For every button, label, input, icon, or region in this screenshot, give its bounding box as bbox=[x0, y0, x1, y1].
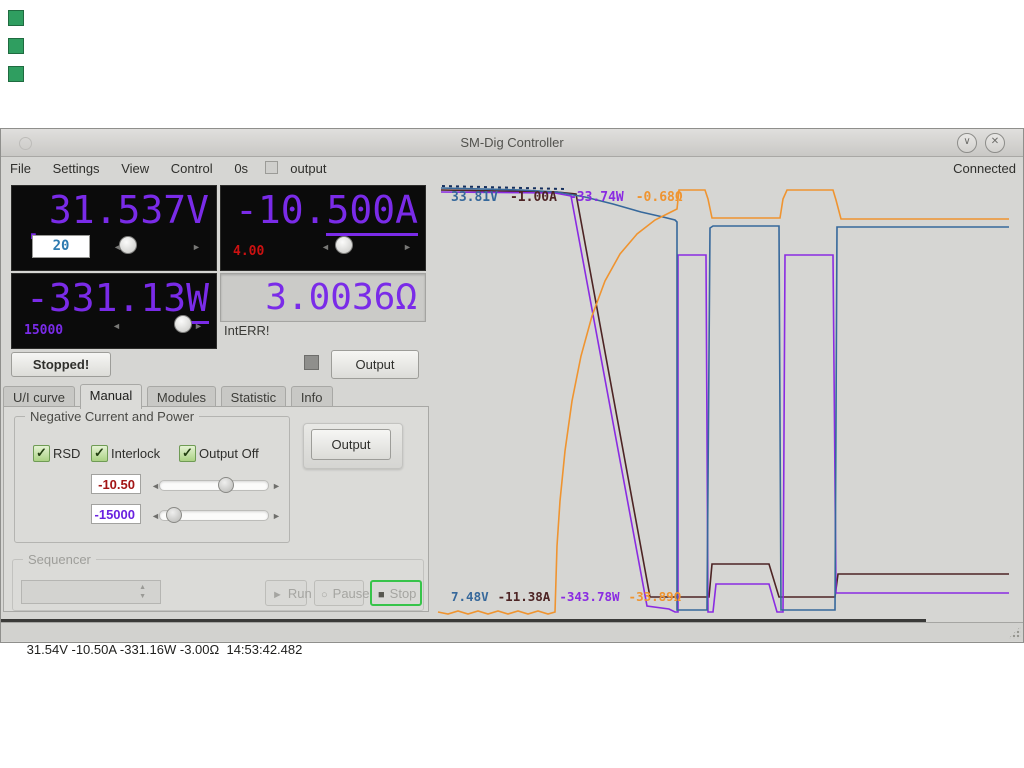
current-setpoint-field[interactable]: -10.50 bbox=[91, 474, 141, 494]
stopped-button[interactable]: Stopped! bbox=[11, 352, 111, 377]
output-off-label: Output Off bbox=[199, 446, 259, 461]
check-icon: ✓ bbox=[36, 445, 47, 460]
chart-line-resistance bbox=[438, 190, 1009, 614]
slider-left-icon[interactable]: ◄ bbox=[112, 321, 121, 331]
slider-right-icon[interactable]: ► bbox=[192, 242, 201, 252]
power-range-value: 15000 bbox=[24, 323, 63, 338]
chart-top-labels: 33.81V -1.00A -33.74W -0.68Ω bbox=[451, 190, 683, 205]
close-icon: ✕ bbox=[991, 136, 999, 147]
interlock-error-label: IntERR! bbox=[224, 323, 270, 338]
sequencer-group: Sequencer ▲▼ ►Run ○Pause ■Stop bbox=[12, 559, 424, 611]
chart-readout-label: -11.38A bbox=[498, 589, 551, 604]
stop-icon: ■ bbox=[378, 589, 385, 601]
current-slider-thumb[interactable] bbox=[335, 236, 353, 254]
output-off-checkbox[interactable]: ✓ bbox=[179, 445, 196, 462]
voltage-value: 31.537V bbox=[49, 187, 209, 233]
chart-readout-label: 7.48V bbox=[451, 589, 489, 604]
app-window: SM-Dig Controller ∨ ✕ File Settings View… bbox=[0, 128, 1024, 643]
interlock-checkbox[interactable]: ✓ bbox=[91, 445, 108, 462]
sequencer-title: Sequencer bbox=[23, 552, 96, 567]
voltage-display: . 31.537V 20 ◄ ► bbox=[11, 185, 217, 271]
current-display: -10.500A 4.00 ◄ ► bbox=[220, 185, 426, 271]
pause-button[interactable]: ○Pause bbox=[314, 580, 364, 606]
run-button[interactable]: ►Run bbox=[265, 580, 307, 606]
current-range-value: 4.00 bbox=[233, 244, 264, 259]
power-display: -331.13W 15000 ◄ ► bbox=[11, 273, 217, 349]
output-checkbox[interactable] bbox=[265, 161, 278, 174]
manual-tab-panel: Negative Current and Power ✓ RSD ✓ Inter… bbox=[3, 406, 429, 612]
desktop-icon[interactable] bbox=[8, 66, 24, 82]
slider-right-icon[interactable]: ► bbox=[403, 242, 412, 252]
menu-control[interactable]: Control bbox=[162, 157, 222, 178]
chart-svg bbox=[431, 176, 1016, 621]
interlock-label: Interlock bbox=[111, 446, 160, 461]
negative-current-power-group: Negative Current and Power ✓ RSD ✓ Inter… bbox=[14, 416, 290, 543]
measurement-chart: 33.81V -1.00A -33.74W -0.68Ω 7.48V -11.38A -3… bbox=[431, 176, 1016, 621]
resize-grip[interactable] bbox=[1008, 626, 1021, 639]
chart-readout-label: -0.68Ω bbox=[636, 190, 683, 205]
screen: SM-Dig Controller ∨ ✕ File Settings View… bbox=[0, 0, 1024, 768]
resistance-value: 3.0036Ω bbox=[221, 274, 425, 321]
chart-bottom-labels: 7.48V -11.38A -343.78W -33.89Ω bbox=[451, 589, 681, 604]
menu-output-label[interactable]: output bbox=[281, 157, 335, 178]
rsd-label: RSD bbox=[53, 446, 80, 461]
output-button-top[interactable]: Output bbox=[331, 350, 419, 379]
status-readout: 31.54V -10.50A -331.16W -3.00Ω 14:53:42.… bbox=[27, 642, 303, 657]
menu-0s[interactable]: 0s bbox=[225, 157, 257, 178]
window-icon bbox=[19, 137, 32, 150]
menu-bar: File Settings View Control 0s output Con… bbox=[1, 157, 1023, 178]
stop-button[interactable]: ■Stop bbox=[370, 580, 422, 606]
group-title: Negative Current and Power bbox=[25, 409, 199, 424]
chart-readout-label: -33.74W bbox=[569, 190, 624, 205]
run-icon: ► bbox=[272, 589, 283, 601]
title-bar[interactable]: SM-Dig Controller ∨ ✕ bbox=[1, 129, 1023, 157]
power-slider-thumb[interactable] bbox=[174, 315, 192, 333]
chart-readout-label: -343.78W bbox=[559, 589, 619, 604]
current-slider-track[interactable] bbox=[159, 480, 269, 491]
chart-line-voltage bbox=[441, 188, 1009, 610]
output-button-manual[interactable]: Output bbox=[311, 429, 391, 460]
menu-view[interactable]: View bbox=[112, 157, 158, 178]
desktop-icon[interactable] bbox=[8, 10, 24, 26]
sequencer-select[interactable]: ▲▼ bbox=[21, 580, 161, 604]
chart-readout-label: 33.81V bbox=[451, 190, 498, 205]
chart-line-power bbox=[441, 192, 1009, 612]
chart-line-current bbox=[441, 190, 1009, 597]
desktop-icon[interactable] bbox=[8, 38, 24, 54]
menu-settings[interactable]: Settings bbox=[44, 157, 109, 178]
check-icon: ✓ bbox=[94, 445, 105, 460]
tab-bar: U/I curve Manual Modules Statistic Info bbox=[3, 384, 334, 406]
power-setpoint-field[interactable]: -15000 bbox=[91, 504, 141, 524]
tab-manual[interactable]: Manual bbox=[80, 384, 143, 409]
spinner-arrows-icon[interactable]: ▲▼ bbox=[139, 583, 146, 601]
chart-readout-label: -1.00A bbox=[510, 190, 557, 205]
power-slider-thumb[interactable] bbox=[166, 507, 182, 523]
rsd-checkbox[interactable]: ✓ bbox=[33, 445, 50, 462]
chart-readout-label: -33.89Ω bbox=[629, 589, 682, 604]
slider-right-icon[interactable]: ► bbox=[272, 511, 281, 521]
status-bar: 31.54V -10.50A -331.16W -3.00Ω 14:53:42.… bbox=[1, 622, 1023, 641]
slider-right-icon[interactable]: ► bbox=[272, 481, 281, 491]
window-title: SM-Dig Controller bbox=[1, 129, 1023, 156]
resistance-display: 3.0036Ω bbox=[220, 273, 426, 322]
voltage-slider-thumb[interactable] bbox=[119, 236, 137, 254]
minimize-button[interactable]: ∨ bbox=[957, 133, 977, 153]
output-led bbox=[304, 355, 319, 370]
current-slider-thumb[interactable] bbox=[218, 477, 234, 493]
check-icon: ✓ bbox=[182, 445, 193, 460]
current-value: -10.500A bbox=[235, 187, 418, 233]
menu-file[interactable]: File bbox=[1, 157, 40, 178]
close-button[interactable]: ✕ bbox=[985, 133, 1005, 153]
slider-right-icon[interactable]: ► bbox=[194, 321, 203, 331]
pause-icon: ○ bbox=[321, 589, 328, 601]
chevron-down-icon: ∨ bbox=[963, 136, 970, 147]
voltage-range-field[interactable]: 20 bbox=[32, 235, 90, 258]
slider-left-icon[interactable]: ◄ bbox=[321, 242, 330, 252]
